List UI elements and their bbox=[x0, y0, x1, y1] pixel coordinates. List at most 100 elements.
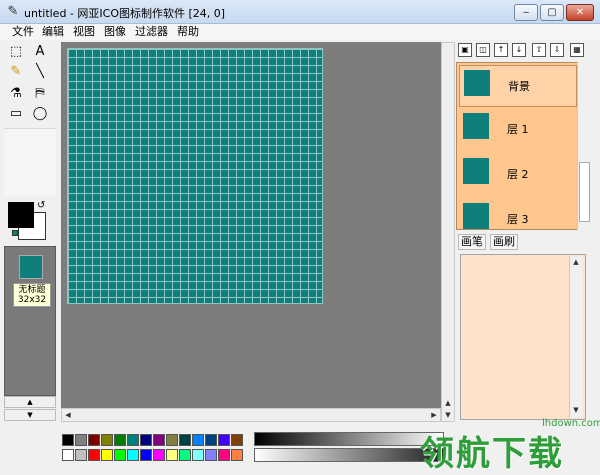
document-name: 无标题 bbox=[18, 285, 46, 295]
brush-scrollbar[interactable]: ▲ ▼ bbox=[569, 256, 583, 418]
brush-tabs: 画笔 画刷 bbox=[458, 232, 588, 250]
palette-swatch[interactable] bbox=[101, 449, 113, 461]
title-bar: ✎ untitled - 网亚ICO图标制作软件 [24, 0] ‒ ▢ ✕ bbox=[0, 0, 600, 24]
fill-tool-icon[interactable]: ⛿ bbox=[30, 84, 50, 104]
palette-swatch[interactable] bbox=[114, 434, 126, 446]
palette-swatch[interactable] bbox=[127, 449, 139, 461]
menu-image[interactable]: 图像 bbox=[104, 25, 126, 39]
select-rect-tool-icon[interactable]: ⬚ bbox=[6, 42, 26, 62]
layer-thumbnail bbox=[463, 158, 489, 184]
foreground-color[interactable] bbox=[8, 202, 34, 228]
layer-item[interactable]: 背景 bbox=[459, 65, 577, 107]
thumb-scroll-up-button[interactable]: ▲ bbox=[4, 396, 56, 408]
thumb-scroll-down-button[interactable]: ▼ bbox=[4, 409, 56, 421]
swap-colors-icon[interactable]: ↺ bbox=[37, 200, 45, 211]
layers-list: 背景 层 1 层 2 层 3 bbox=[456, 62, 590, 230]
rectangle-tool-icon[interactable]: ▭ bbox=[6, 104, 26, 124]
color-palette bbox=[62, 432, 252, 462]
brush-scroll-down-button[interactable]: ▼ bbox=[570, 404, 582, 416]
grayscale-gradient-light[interactable] bbox=[254, 448, 444, 462]
layer-name: 层 3 bbox=[507, 213, 529, 226]
icon-pixel-grid[interactable] bbox=[67, 48, 323, 304]
palette-swatch[interactable] bbox=[153, 434, 165, 446]
palette-swatch[interactable] bbox=[88, 434, 100, 446]
scroll-up-button[interactable]: ▲ bbox=[442, 397, 454, 409]
palette-swatch[interactable] bbox=[205, 434, 217, 446]
text-tool-icon[interactable]: A bbox=[30, 42, 50, 62]
line-tool-icon[interactable]: ╲ bbox=[30, 62, 50, 82]
palette-swatch[interactable] bbox=[218, 434, 230, 446]
palette-swatch[interactable] bbox=[75, 434, 87, 446]
layer-thumbnail bbox=[464, 70, 490, 96]
layer-toolbar: ▣ ◫ ↑ ↓ ⇧ ⇩ ▦ bbox=[456, 42, 596, 60]
default-colors-icon[interactable] bbox=[12, 230, 18, 236]
document-thumbnail-panel: 无标题 32x32 bbox=[4, 246, 56, 396]
layer-select-icon[interactable]: ▣ bbox=[458, 43, 472, 57]
tab-brush[interactable]: 画刷 bbox=[490, 234, 518, 250]
layer-thumbnail bbox=[463, 203, 489, 229]
palette-swatch[interactable] bbox=[88, 449, 100, 461]
layer-name: 层 2 bbox=[507, 168, 529, 181]
layer-name: 背景 bbox=[508, 80, 530, 93]
grayscale-gradient-dark[interactable] bbox=[254, 432, 444, 446]
palette-swatch[interactable] bbox=[114, 449, 126, 461]
brush-panel bbox=[460, 254, 586, 420]
palette-swatch[interactable] bbox=[192, 449, 204, 461]
menu-bar: 文件 编辑 视图 图像 过滤器 帮助 bbox=[0, 24, 600, 40]
menu-edit[interactable]: 编辑 bbox=[42, 25, 64, 39]
canvas-horizontal-scrollbar[interactable]: ◀ ▶ bbox=[61, 408, 441, 422]
document-thumbnail[interactable] bbox=[19, 255, 43, 279]
palette-swatch[interactable] bbox=[101, 434, 113, 446]
layer-top-icon[interactable]: ⇧ bbox=[532, 43, 546, 57]
ellipse-tool-icon[interactable]: ◯ bbox=[30, 104, 50, 124]
layer-item[interactable]: 层 2 bbox=[459, 154, 577, 196]
palette-swatch[interactable] bbox=[140, 449, 152, 461]
layer-item[interactable]: 层 1 bbox=[459, 109, 577, 151]
layer-item[interactable]: 层 3 bbox=[459, 199, 577, 229]
tool-panel: ⬚ A ✎ ╲ ⚗ ⛿ ▭ ◯ bbox=[4, 42, 56, 126]
window-title: untitled - 网亚ICO图标制作软件 [24, 0] bbox=[24, 7, 226, 20]
palette-swatch[interactable] bbox=[127, 434, 139, 446]
layer-up-icon[interactable]: ↑ bbox=[494, 43, 508, 57]
palette-swatch[interactable] bbox=[231, 434, 243, 446]
scroll-left-button[interactable]: ◀ bbox=[62, 409, 74, 421]
layer-down-icon[interactable]: ↓ bbox=[512, 43, 526, 57]
palette-swatch[interactable] bbox=[166, 449, 178, 461]
palette-swatch[interactable] bbox=[218, 449, 230, 461]
layer-visibility-icon[interactable]: ◫ bbox=[476, 43, 490, 57]
close-button[interactable]: ✕ bbox=[566, 4, 594, 21]
layers-scroll-thumb[interactable] bbox=[579, 162, 590, 222]
layer-name: 层 1 bbox=[507, 123, 529, 136]
tool-options-panel bbox=[4, 128, 56, 196]
layer-bottom-icon[interactable]: ⇩ bbox=[550, 43, 564, 57]
palette-swatch[interactable] bbox=[75, 449, 87, 461]
maximize-button[interactable]: ▢ bbox=[540, 4, 564, 21]
palette-swatch[interactable] bbox=[179, 434, 191, 446]
menu-file[interactable]: 文件 bbox=[12, 25, 34, 39]
menu-view[interactable]: 视图 bbox=[73, 25, 95, 39]
palette-swatch[interactable] bbox=[62, 449, 74, 461]
menu-filter[interactable]: 过滤器 bbox=[135, 25, 168, 39]
palette-swatch[interactable] bbox=[192, 434, 204, 446]
palette-swatch[interactable] bbox=[231, 449, 243, 461]
palette-swatch[interactable] bbox=[179, 449, 191, 461]
tab-pen[interactable]: 画笔 bbox=[458, 234, 486, 250]
palette-swatch[interactable] bbox=[62, 434, 74, 446]
palette-swatch[interactable] bbox=[153, 449, 165, 461]
watermark: lhdown.com 领航下载 bbox=[420, 418, 600, 474]
pencil-tool-icon[interactable]: ✎ bbox=[6, 62, 26, 82]
layer-merge-icon[interactable]: ▦ bbox=[570, 43, 584, 57]
layer-thumbnail bbox=[463, 113, 489, 139]
eyedropper-tool-icon[interactable]: ⚗ bbox=[6, 84, 26, 104]
brush-scroll-up-button[interactable]: ▲ bbox=[570, 256, 582, 268]
palette-swatch[interactable] bbox=[205, 449, 217, 461]
palette-swatch[interactable] bbox=[166, 434, 178, 446]
color-selector: ↺ bbox=[4, 196, 56, 246]
menu-help[interactable]: 帮助 bbox=[177, 25, 199, 39]
canvas-vertical-scrollbar[interactable]: ▲ ▼ bbox=[441, 42, 455, 422]
document-thumbnail-label: 无标题 32x32 bbox=[13, 283, 51, 307]
palette-swatch[interactable] bbox=[140, 434, 152, 446]
app-icon: ✎ bbox=[7, 4, 19, 19]
layers-scrollbar[interactable] bbox=[577, 62, 591, 230]
minimize-button[interactable]: ‒ bbox=[514, 4, 538, 21]
